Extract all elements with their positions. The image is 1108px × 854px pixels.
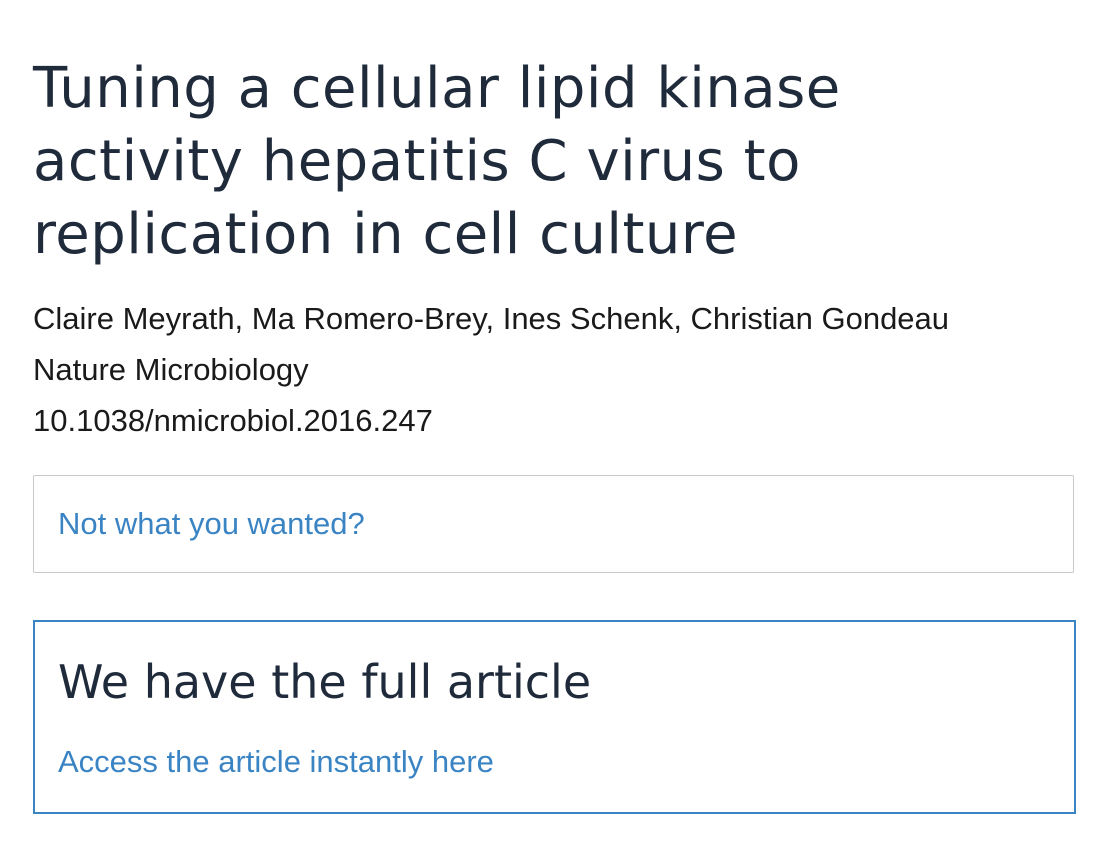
article-doi: 10.1038/nmicrobiol.2016.247 (33, 403, 433, 438)
not-wanted-box: Not what you wanted? (33, 475, 1074, 573)
article-page: Tuning a cellular lipid kinase activity … (33, 52, 1076, 814)
article-authors: Claire Meyrath, Ma Romero-Brey, Ines Sch… (33, 301, 950, 336)
article-meta: Claire Meyrath, Ma Romero-Brey, Ines Sch… (33, 293, 1076, 446)
full-article-box: We have the full article Access the arti… (33, 620, 1076, 814)
article-title: Tuning a cellular lipid kinase activity … (33, 56, 841, 267)
article-journal: Nature Microbiology (33, 352, 309, 387)
not-what-you-wanted-link[interactable]: Not what you wanted? (58, 502, 365, 546)
access-article-link[interactable]: Access the article instantly here (58, 740, 494, 784)
full-article-heading: We have the full article (58, 655, 592, 709)
